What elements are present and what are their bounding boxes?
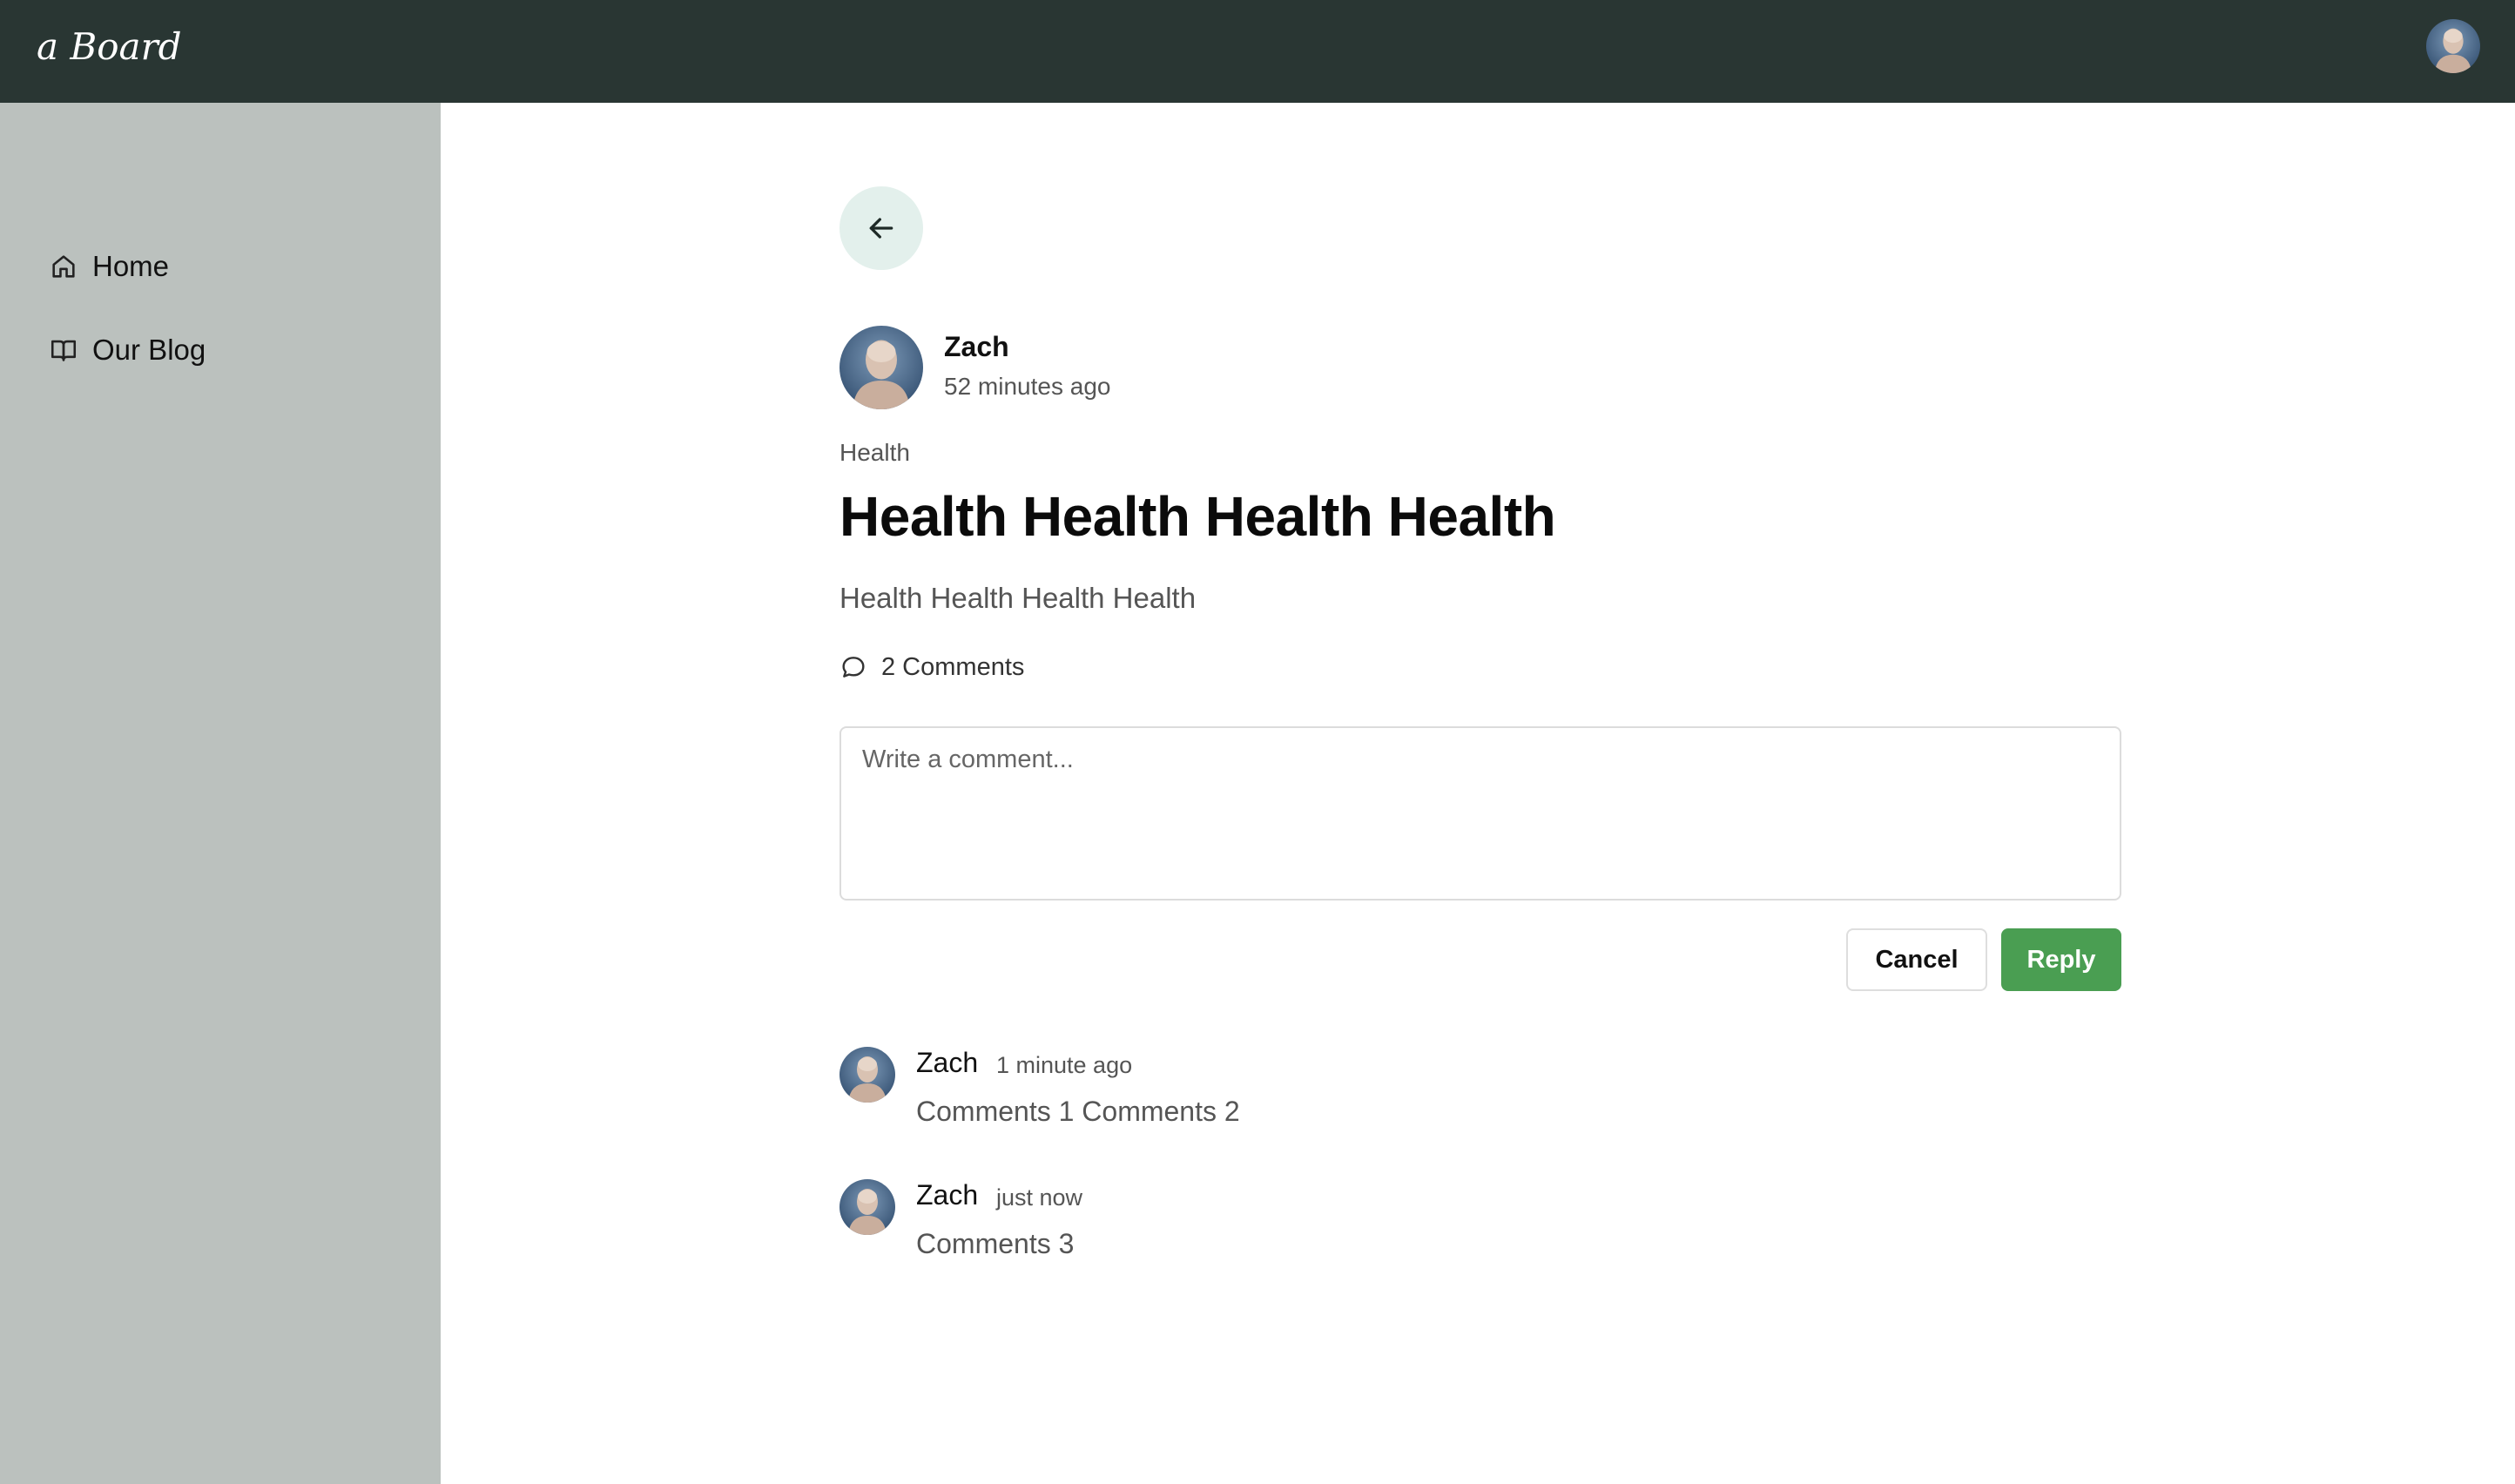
arrow-left-icon <box>869 218 893 239</box>
post-body: Health Health Health Health <box>839 582 1197 614</box>
comment-item: Zach just now Comments 3 <box>839 1179 2121 1275</box>
back-button[interactable] <box>839 186 923 270</box>
sidebar: Home Our Blog <box>0 103 441 1484</box>
user-avatar[interactable] <box>2426 19 2480 73</box>
sidebar-item-label: Our Blog <box>92 334 206 366</box>
comment-timestamp: just now <box>996 1184 1083 1211</box>
reply-button[interactable]: Reply <box>2001 928 2121 991</box>
home-icon <box>52 255 75 278</box>
comment-text: Comments 1 Comments 2 <box>916 1096 1240 1127</box>
post-timestamp: 52 minutes ago <box>944 373 1111 400</box>
comment-item: Zach 1 minute ago Comments 1 Comments 2 <box>839 1047 2121 1143</box>
post-category: Health <box>839 439 910 466</box>
comments-count: 2 Comments <box>839 650 1024 685</box>
comment-timestamp: 1 minute ago <box>996 1052 1133 1078</box>
commenter-name[interactable]: Zach <box>916 1047 978 1079</box>
post-author-name[interactable]: Zach <box>944 331 1009 363</box>
post-title: Health Health Health Health <box>839 485 1556 548</box>
comment-input[interactable] <box>839 726 2121 901</box>
commenter-avatar[interactable] <box>839 1047 895 1103</box>
comments-count-label: 2 Comments <box>881 652 1025 681</box>
brand-logo[interactable]: a Board <box>37 21 182 73</box>
sidebar-item-our-blog[interactable]: Our Blog <box>49 324 415 376</box>
cancel-button[interactable]: Cancel <box>1846 928 1987 991</box>
sidebar-item-label: Home <box>92 250 170 282</box>
commenter-avatar[interactable] <box>839 1179 895 1235</box>
book-open-icon <box>51 340 77 361</box>
comment-icon <box>842 657 865 678</box>
commenter-name[interactable]: Zach <box>916 1179 978 1211</box>
top-bar: a Board <box>0 0 2515 103</box>
author-avatar[interactable] <box>839 326 923 409</box>
comment-text: Comments 3 <box>916 1228 1075 1259</box>
sidebar-item-home[interactable]: Home <box>49 240 415 293</box>
